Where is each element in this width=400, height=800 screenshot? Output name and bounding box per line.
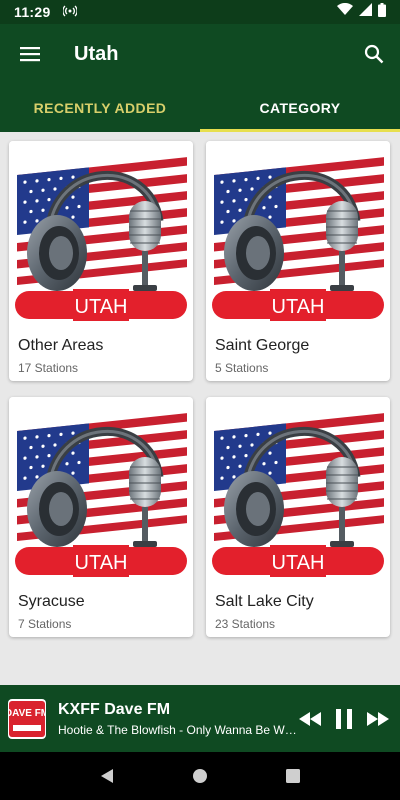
hamburger-menu-icon <box>20 47 40 62</box>
utah-radio-image: UTAH <box>9 397 193 585</box>
image-label: UTAH <box>272 552 325 574</box>
rewind-button[interactable] <box>298 707 322 731</box>
status-time: 11:29 <box>14 4 51 20</box>
category-card[interactable]: UTAH Saint George 5 Stations <box>206 141 390 381</box>
recents-button[interactable] <box>273 756 313 796</box>
fast-forward-button[interactable] <box>366 707 390 731</box>
image-label: UTAH <box>272 296 325 318</box>
back-button[interactable] <box>87 756 127 796</box>
card-station-count: 5 Stations <box>215 361 269 375</box>
status-icons <box>337 2 386 22</box>
battery-icon <box>378 2 386 22</box>
song-title: Hootie & The Blowfish - Only Wanna Be Wi… <box>58 722 298 737</box>
utah-radio-image: UTAH <box>9 141 193 329</box>
now-playing-info: KXFF Dave FM Hootie & The Blowfish - Onl… <box>58 701 298 737</box>
logo-text: DAVE FM <box>9 708 45 719</box>
system-nav-bar <box>0 752 400 800</box>
card-title: Syracuse <box>18 593 85 610</box>
card-title: Salt Lake City <box>215 593 314 610</box>
app-bar: Utah <box>0 24 400 84</box>
tab-bar: RECENTLY ADDED CATEGORY <box>0 84 400 132</box>
tab-category[interactable]: CATEGORY <box>200 84 400 132</box>
category-card[interactable]: UTAH Other Areas 17 Stations <box>9 141 193 381</box>
broadcast-icon <box>61 5 78 20</box>
card-station-count: 23 Stations <box>215 617 276 631</box>
card-station-count: 7 Stations <box>18 617 72 631</box>
recents-square-icon <box>286 769 301 783</box>
station-name: KXFF Dave FM <box>58 700 171 718</box>
rewind-icon <box>299 711 321 726</box>
pause-icon <box>336 708 352 729</box>
category-card[interactable]: UTAH Salt Lake City 23 Stations <box>206 397 390 637</box>
pause-button[interactable] <box>332 707 356 731</box>
menu-button[interactable] <box>2 26 58 82</box>
fast-forward-icon <box>367 711 389 726</box>
wifi-icon <box>337 2 353 21</box>
search-button[interactable] <box>348 28 400 80</box>
home-circle-icon <box>192 769 207 783</box>
tab-recently-added[interactable]: RECENTLY ADDED <box>0 84 200 132</box>
tab-label: RECENTLY ADDED <box>33 100 167 116</box>
card-station-count: 17 Stations <box>18 361 79 375</box>
page-title: Utah <box>74 42 119 65</box>
image-label: UTAH <box>75 296 128 318</box>
image-label: UTAH <box>75 552 128 574</box>
mini-player[interactable]: DAVE FM KXFF Dave FM Hootie & The Blowfi… <box>0 685 400 752</box>
card-title: Other Areas <box>18 337 104 354</box>
tab-label: CATEGORY <box>259 100 341 116</box>
utah-radio-image: UTAH <box>206 141 390 329</box>
station-logo: DAVE FM <box>8 698 46 739</box>
card-title: Saint George <box>215 337 310 354</box>
utah-radio-image: UTAH <box>206 397 390 585</box>
home-button[interactable] <box>180 756 220 796</box>
search-icon <box>364 44 384 64</box>
category-grid: UTAH Other Areas 17 Stations UTAH Saint … <box>0 132 400 685</box>
category-card[interactable]: UTAH Syracuse 7 Stations <box>9 397 193 637</box>
signal-icon <box>359 3 372 21</box>
status-bar: 11:29 <box>0 0 400 24</box>
player-controls <box>298 707 390 731</box>
back-triangle-icon <box>100 769 113 783</box>
